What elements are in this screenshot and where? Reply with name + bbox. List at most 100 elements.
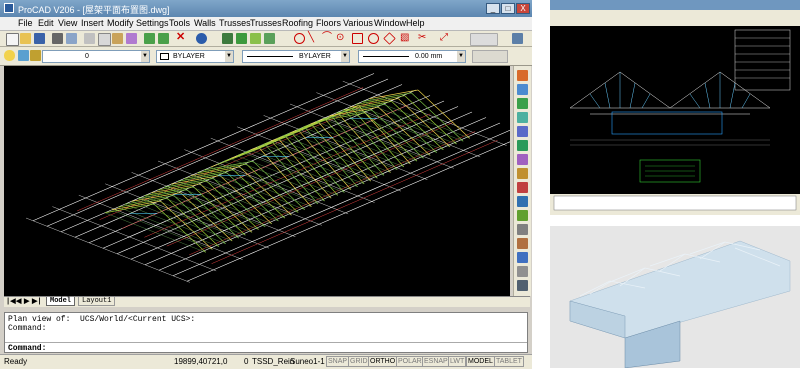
cut-icon[interactable]: [84, 33, 95, 44]
print-preview-icon[interactable]: [66, 33, 77, 44]
tab-nav-last-icon[interactable]: ▶|: [32, 297, 42, 306]
erase-icon[interactable]: [517, 70, 528, 81]
zoom-realtime-icon[interactable]: [236, 33, 247, 44]
line-tool-icon[interactable]: ╲: [308, 33, 319, 44]
layer-lock-icon[interactable]: [30, 50, 41, 61]
delete-icon[interactable]: ✕: [176, 32, 187, 43]
zoom-previous-icon[interactable]: [264, 33, 275, 44]
match-properties-icon[interactable]: [126, 33, 137, 44]
layer-states-box[interactable]: [470, 33, 498, 46]
circle-tool-icon[interactable]: [294, 33, 305, 44]
maximize-button[interactable]: □: [501, 3, 515, 14]
close-button[interactable]: X: [516, 3, 530, 14]
truss-chord: [138, 199, 239, 239]
polar-toggle[interactable]: POLAR: [396, 356, 424, 367]
chamfer-icon[interactable]: [517, 238, 528, 249]
menu-trusses[interactable]: Trusses: [219, 18, 251, 28]
truss-chord: [158, 190, 259, 230]
paste-icon[interactable]: [112, 33, 123, 44]
print-icon[interactable]: [52, 33, 63, 44]
open-folder-icon[interactable]: [20, 33, 31, 44]
array-icon[interactable]: [517, 126, 528, 137]
layer-freeze-icon[interactable]: [18, 50, 29, 61]
offset-icon[interactable]: [517, 112, 528, 123]
copy-object-icon[interactable]: [517, 84, 528, 95]
color-select[interactable]: BYLAYER ▼: [156, 50, 234, 63]
3d-frame-model: [550, 226, 800, 368]
menu-edit[interactable]: Edit: [38, 18, 54, 28]
menu-file[interactable]: File: [18, 18, 33, 28]
truss-rafter: [392, 101, 444, 149]
tablet-toggle[interactable]: TABLET: [494, 356, 524, 367]
arc-tool-icon[interactable]: ⊙: [336, 33, 347, 44]
tab-nav-first-icon[interactable]: |◀: [6, 297, 16, 306]
menu-settings[interactable]: Settings: [136, 18, 169, 28]
undo-icon[interactable]: [144, 33, 155, 44]
pan-icon[interactable]: [222, 33, 233, 44]
scale-icon[interactable]: [517, 168, 528, 179]
ellipse-tool-icon[interactable]: [368, 33, 379, 44]
model-toggle[interactable]: MODEL: [466, 356, 495, 367]
menu-help[interactable]: Help: [406, 18, 425, 28]
new-file-icon[interactable]: [6, 33, 19, 46]
properties-icon[interactable]: [517, 280, 528, 291]
fillet-icon[interactable]: [517, 252, 528, 263]
truss-chord: [204, 170, 305, 210]
zoom-window-icon[interactable]: [250, 33, 261, 44]
tab-layout1[interactable]: Layout1: [78, 297, 115, 306]
layer-select[interactable]: 0 ▼: [42, 50, 150, 63]
truss-chord: [211, 167, 312, 207]
trim-tool-icon[interactable]: ✂: [418, 33, 429, 44]
plotstyle-select[interactable]: [472, 50, 508, 63]
esnap-toggle[interactable]: ESNAP: [422, 356, 450, 367]
color-value: BYLAYER: [173, 53, 205, 60]
command-history-line: Plan view of: UCS/World/<Current UCS>:: [8, 315, 195, 324]
command-input[interactable]: Command:: [5, 342, 527, 353]
menu-insert[interactable]: Insert: [81, 18, 104, 28]
cad-elevation-screenshot: [550, 0, 800, 215]
snap-toggle[interactable]: SNAP: [326, 356, 349, 367]
stretch-icon[interactable]: [517, 182, 528, 193]
hatch-tool-icon[interactable]: ▧: [400, 33, 411, 44]
break-icon[interactable]: [517, 224, 528, 235]
trim-icon[interactable]: [517, 196, 528, 207]
help-icon[interactable]: [196, 33, 207, 44]
polyline-tool-icon[interactable]: ⌒: [322, 33, 333, 44]
menu-tools[interactable]: Tools: [169, 18, 190, 28]
linetype-preview: [247, 56, 293, 57]
linetype-select[interactable]: BYLAYER ▼: [242, 50, 350, 63]
copy-icon[interactable]: [98, 33, 111, 46]
rotate-icon[interactable]: [517, 154, 528, 165]
toolbar-options-icon[interactable]: [512, 33, 523, 44]
truss-chord: [237, 156, 338, 196]
explode-icon[interactable]: [517, 266, 528, 277]
app-icon: [4, 3, 14, 13]
menu-modify[interactable]: Modify: [107, 18, 134, 28]
tab-nav-next-icon[interactable]: ▶: [24, 297, 29, 306]
layer-on-icon[interactable]: [4, 50, 15, 61]
grid-toggle[interactable]: GRID: [348, 356, 370, 367]
menu-floors[interactable]: Floors: [316, 18, 341, 28]
tab-model[interactable]: Model: [46, 297, 75, 306]
move-icon[interactable]: [517, 140, 528, 151]
mirror-icon[interactable]: [517, 98, 528, 109]
menu-view[interactable]: View: [58, 18, 77, 28]
menu-various[interactable]: Various: [343, 18, 373, 28]
tab-nav-prev-icon[interactable]: ◀: [16, 297, 21, 306]
minimize-button[interactable]: _: [486, 3, 500, 14]
menu-window[interactable]: Window: [374, 18, 406, 28]
lwt-toggle[interactable]: LWT: [448, 356, 466, 367]
lineweight-select[interactable]: 0.00 mm ▼: [358, 50, 466, 63]
cad-drawing-area[interactable]: [4, 66, 510, 296]
save-icon[interactable]: [34, 33, 45, 44]
rectangle-tool-icon[interactable]: [352, 33, 363, 44]
extend-icon[interactable]: [517, 210, 528, 221]
ortho-toggle[interactable]: ORTHO: [368, 356, 397, 367]
extend-tool-icon[interactable]: ⤢: [440, 33, 451, 44]
polygon-tool-icon[interactable]: [383, 32, 395, 44]
truss-chord: [151, 193, 252, 233]
menu-walls[interactable]: Walls: [194, 18, 216, 28]
menu-trusses-2[interactable]: Trusses: [250, 18, 282, 28]
redo-icon[interactable]: [158, 33, 169, 44]
menu-roofing[interactable]: Roofing: [282, 18, 313, 28]
